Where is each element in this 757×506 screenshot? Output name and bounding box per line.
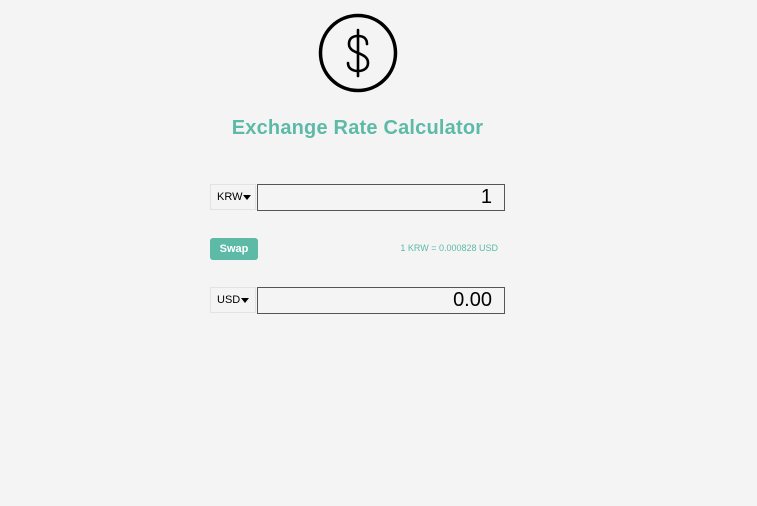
swap-row: Swap 1 KRW = 0.000828 USD (210, 238, 505, 260)
exchange-calculator-page: Exchange Rate Calculator KRW Swap 1 KRW … (0, 0, 757, 506)
to-amount-input[interactable] (257, 287, 505, 314)
from-currency-row: KRW (210, 184, 505, 211)
page-title: Exchange Rate Calculator (231, 117, 484, 139)
chevron-down-icon (243, 194, 252, 200)
from-currency-select[interactable]: KRW (210, 184, 256, 210)
chevron-down-icon (241, 297, 250, 303)
swap-button[interactable]: Swap (210, 238, 258, 260)
from-currency-label: KRW (217, 191, 243, 203)
dollar-sign-circle-icon (318, 13, 398, 93)
to-currency-label: USD (217, 294, 241, 306)
exchange-rate-text: 1 KRW = 0.000828 USD (400, 243, 498, 253)
from-amount-input[interactable] (257, 184, 505, 211)
to-currency-row: USD (210, 287, 505, 314)
to-currency-select[interactable]: USD (210, 287, 256, 313)
